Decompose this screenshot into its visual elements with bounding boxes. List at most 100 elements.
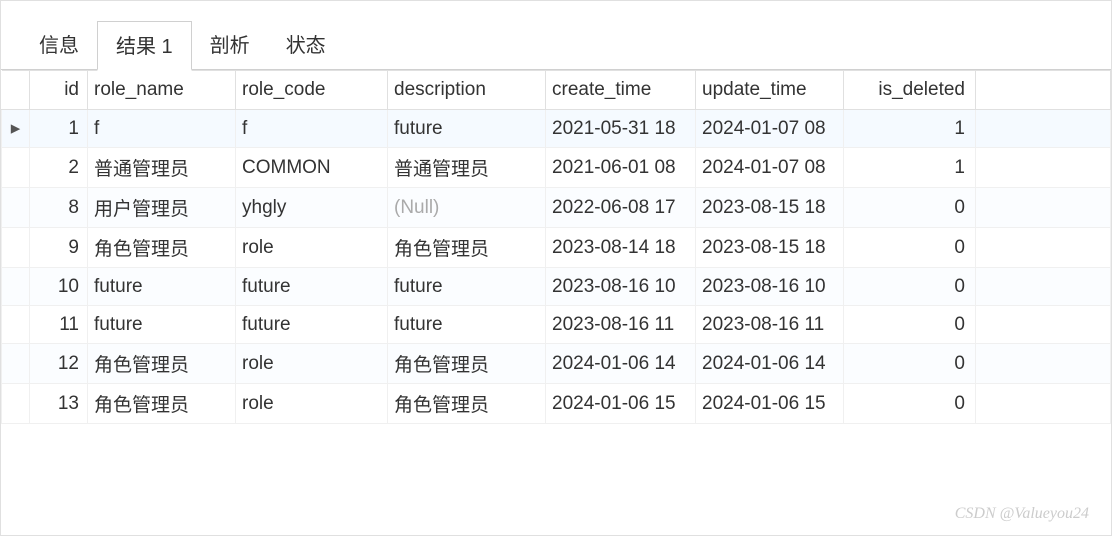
cell-description[interactable]: 普通管理员 xyxy=(388,148,546,188)
cell-role-code[interactable]: yhgly xyxy=(236,188,388,228)
cell-id[interactable]: 9 xyxy=(30,228,88,268)
cell-id[interactable]: 1 xyxy=(30,110,88,148)
row-marker[interactable] xyxy=(2,384,30,424)
cell-id[interactable]: 12 xyxy=(30,344,88,384)
cell-role-name[interactable]: f xyxy=(88,110,236,148)
table-body: ▸1fffuture2021-05-31 182024-01-07 0812普通… xyxy=(2,110,1111,424)
cell-extra[interactable] xyxy=(976,344,1111,384)
row-marker[interactable] xyxy=(2,344,30,384)
cell-role-name[interactable]: 角色管理员 xyxy=(88,344,236,384)
cell-description[interactable]: future xyxy=(388,110,546,148)
header-row: id role_name role_code description creat… xyxy=(2,71,1111,110)
cell-extra[interactable] xyxy=(976,384,1111,424)
tab-2[interactable]: 剖析 xyxy=(192,21,268,69)
cell-role-code[interactable]: role xyxy=(236,344,388,384)
tab-bar: 信息结果 1剖析状态 xyxy=(1,1,1111,70)
header-is-deleted[interactable]: is_deleted xyxy=(844,71,976,110)
cell-update-time[interactable]: 2024-01-07 08 xyxy=(696,110,844,148)
cell-description[interactable]: (Null) xyxy=(388,188,546,228)
table-wrap: id role_name role_code description creat… xyxy=(1,70,1111,424)
cell-role-name[interactable]: 普通管理员 xyxy=(88,148,236,188)
row-marker[interactable] xyxy=(2,148,30,188)
cell-create-time[interactable]: 2024-01-06 15 xyxy=(546,384,696,424)
table-row[interactable]: ▸1fffuture2021-05-31 182024-01-07 081 xyxy=(2,110,1111,148)
result-panel: 信息结果 1剖析状态 id role_name role_code descri… xyxy=(0,0,1112,536)
table-row[interactable]: 13角色管理员role角色管理员2024-01-06 152024-01-06 … xyxy=(2,384,1111,424)
cell-role-name[interactable]: 角色管理员 xyxy=(88,228,236,268)
cell-update-time[interactable]: 2024-01-07 08 xyxy=(696,148,844,188)
header-id[interactable]: id xyxy=(30,71,88,110)
cell-create-time[interactable]: 2021-06-01 08 xyxy=(546,148,696,188)
cell-extra[interactable] xyxy=(976,148,1111,188)
cell-role-code[interactable]: role xyxy=(236,384,388,424)
cell-description[interactable]: future xyxy=(388,268,546,306)
cell-role-name[interactable]: 角色管理员 xyxy=(88,384,236,424)
cell-id[interactable]: 8 xyxy=(30,188,88,228)
cell-is-deleted[interactable]: 1 xyxy=(844,148,976,188)
table-row[interactable]: 9角色管理员role角色管理员2023-08-14 182023-08-15 1… xyxy=(2,228,1111,268)
cell-role-code[interactable]: COMMON xyxy=(236,148,388,188)
cell-extra[interactable] xyxy=(976,268,1111,306)
cell-create-time[interactable]: 2022-06-08 17 xyxy=(546,188,696,228)
watermark: CSDN @Valueyou24 xyxy=(955,505,1089,523)
tab-1[interactable]: 结果 1 xyxy=(97,21,192,71)
cell-is-deleted[interactable]: 0 xyxy=(844,188,976,228)
row-marker[interactable] xyxy=(2,228,30,268)
cell-role-code[interactable]: future xyxy=(236,306,388,344)
cell-role-code[interactable]: f xyxy=(236,110,388,148)
header-create-time[interactable]: create_time xyxy=(546,71,696,110)
cell-role-code[interactable]: role xyxy=(236,228,388,268)
cell-role-code[interactable]: future xyxy=(236,268,388,306)
header-update-time[interactable]: update_time xyxy=(696,71,844,110)
cell-id[interactable]: 13 xyxy=(30,384,88,424)
cell-description[interactable]: 角色管理员 xyxy=(388,344,546,384)
header-marker xyxy=(2,71,30,110)
cell-update-time[interactable]: 2023-08-16 10 xyxy=(696,268,844,306)
header-role-name[interactable]: role_name xyxy=(88,71,236,110)
cell-description[interactable]: future xyxy=(388,306,546,344)
header-extra xyxy=(976,71,1111,110)
cell-create-time[interactable]: 2024-01-06 14 xyxy=(546,344,696,384)
cell-description[interactable]: 角色管理员 xyxy=(388,228,546,268)
cell-role-name[interactable]: future xyxy=(88,306,236,344)
results-table: id role_name role_code description creat… xyxy=(1,70,1111,424)
cell-description[interactable]: 角色管理员 xyxy=(388,384,546,424)
header-description[interactable]: description xyxy=(388,71,546,110)
cell-extra[interactable] xyxy=(976,188,1111,228)
cell-update-time[interactable]: 2024-01-06 15 xyxy=(696,384,844,424)
cell-role-name[interactable]: future xyxy=(88,268,236,306)
cell-create-time[interactable]: 2021-05-31 18 xyxy=(546,110,696,148)
table-row[interactable]: 12角色管理员role角色管理员2024-01-06 142024-01-06 … xyxy=(2,344,1111,384)
cell-is-deleted[interactable]: 0 xyxy=(844,228,976,268)
cell-is-deleted[interactable]: 1 xyxy=(844,110,976,148)
cell-id[interactable]: 2 xyxy=(30,148,88,188)
cell-create-time[interactable]: 2023-08-14 18 xyxy=(546,228,696,268)
table-row[interactable]: 11futurefuturefuture2023-08-16 112023-08… xyxy=(2,306,1111,344)
cell-is-deleted[interactable]: 0 xyxy=(844,344,976,384)
cell-is-deleted[interactable]: 0 xyxy=(844,306,976,344)
tab-3[interactable]: 状态 xyxy=(268,21,344,69)
cell-update-time[interactable]: 2023-08-15 18 xyxy=(696,188,844,228)
row-marker[interactable] xyxy=(2,306,30,344)
row-marker[interactable]: ▸ xyxy=(2,110,30,148)
cell-create-time[interactable]: 2023-08-16 10 xyxy=(546,268,696,306)
cell-is-deleted[interactable]: 0 xyxy=(844,268,976,306)
table-row[interactable]: 10futurefuturefuture2023-08-16 102023-08… xyxy=(2,268,1111,306)
cell-role-name[interactable]: 用户管理员 xyxy=(88,188,236,228)
cell-id[interactable]: 10 xyxy=(30,268,88,306)
header-role-code[interactable]: role_code xyxy=(236,71,388,110)
table-row[interactable]: 2普通管理员COMMON普通管理员2021-06-01 082024-01-07… xyxy=(2,148,1111,188)
row-marker[interactable] xyxy=(2,188,30,228)
cell-extra[interactable] xyxy=(976,228,1111,268)
row-marker[interactable] xyxy=(2,268,30,306)
cell-id[interactable]: 11 xyxy=(30,306,88,344)
cell-extra[interactable] xyxy=(976,110,1111,148)
cell-update-time[interactable]: 2024-01-06 14 xyxy=(696,344,844,384)
tab-0[interactable]: 信息 xyxy=(21,21,97,69)
cell-create-time[interactable]: 2023-08-16 11 xyxy=(546,306,696,344)
cell-is-deleted[interactable]: 0 xyxy=(844,384,976,424)
cell-extra[interactable] xyxy=(976,306,1111,344)
table-row[interactable]: 8用户管理员yhgly(Null)2022-06-08 172023-08-15… xyxy=(2,188,1111,228)
cell-update-time[interactable]: 2023-08-15 18 xyxy=(696,228,844,268)
cell-update-time[interactable]: 2023-08-16 11 xyxy=(696,306,844,344)
